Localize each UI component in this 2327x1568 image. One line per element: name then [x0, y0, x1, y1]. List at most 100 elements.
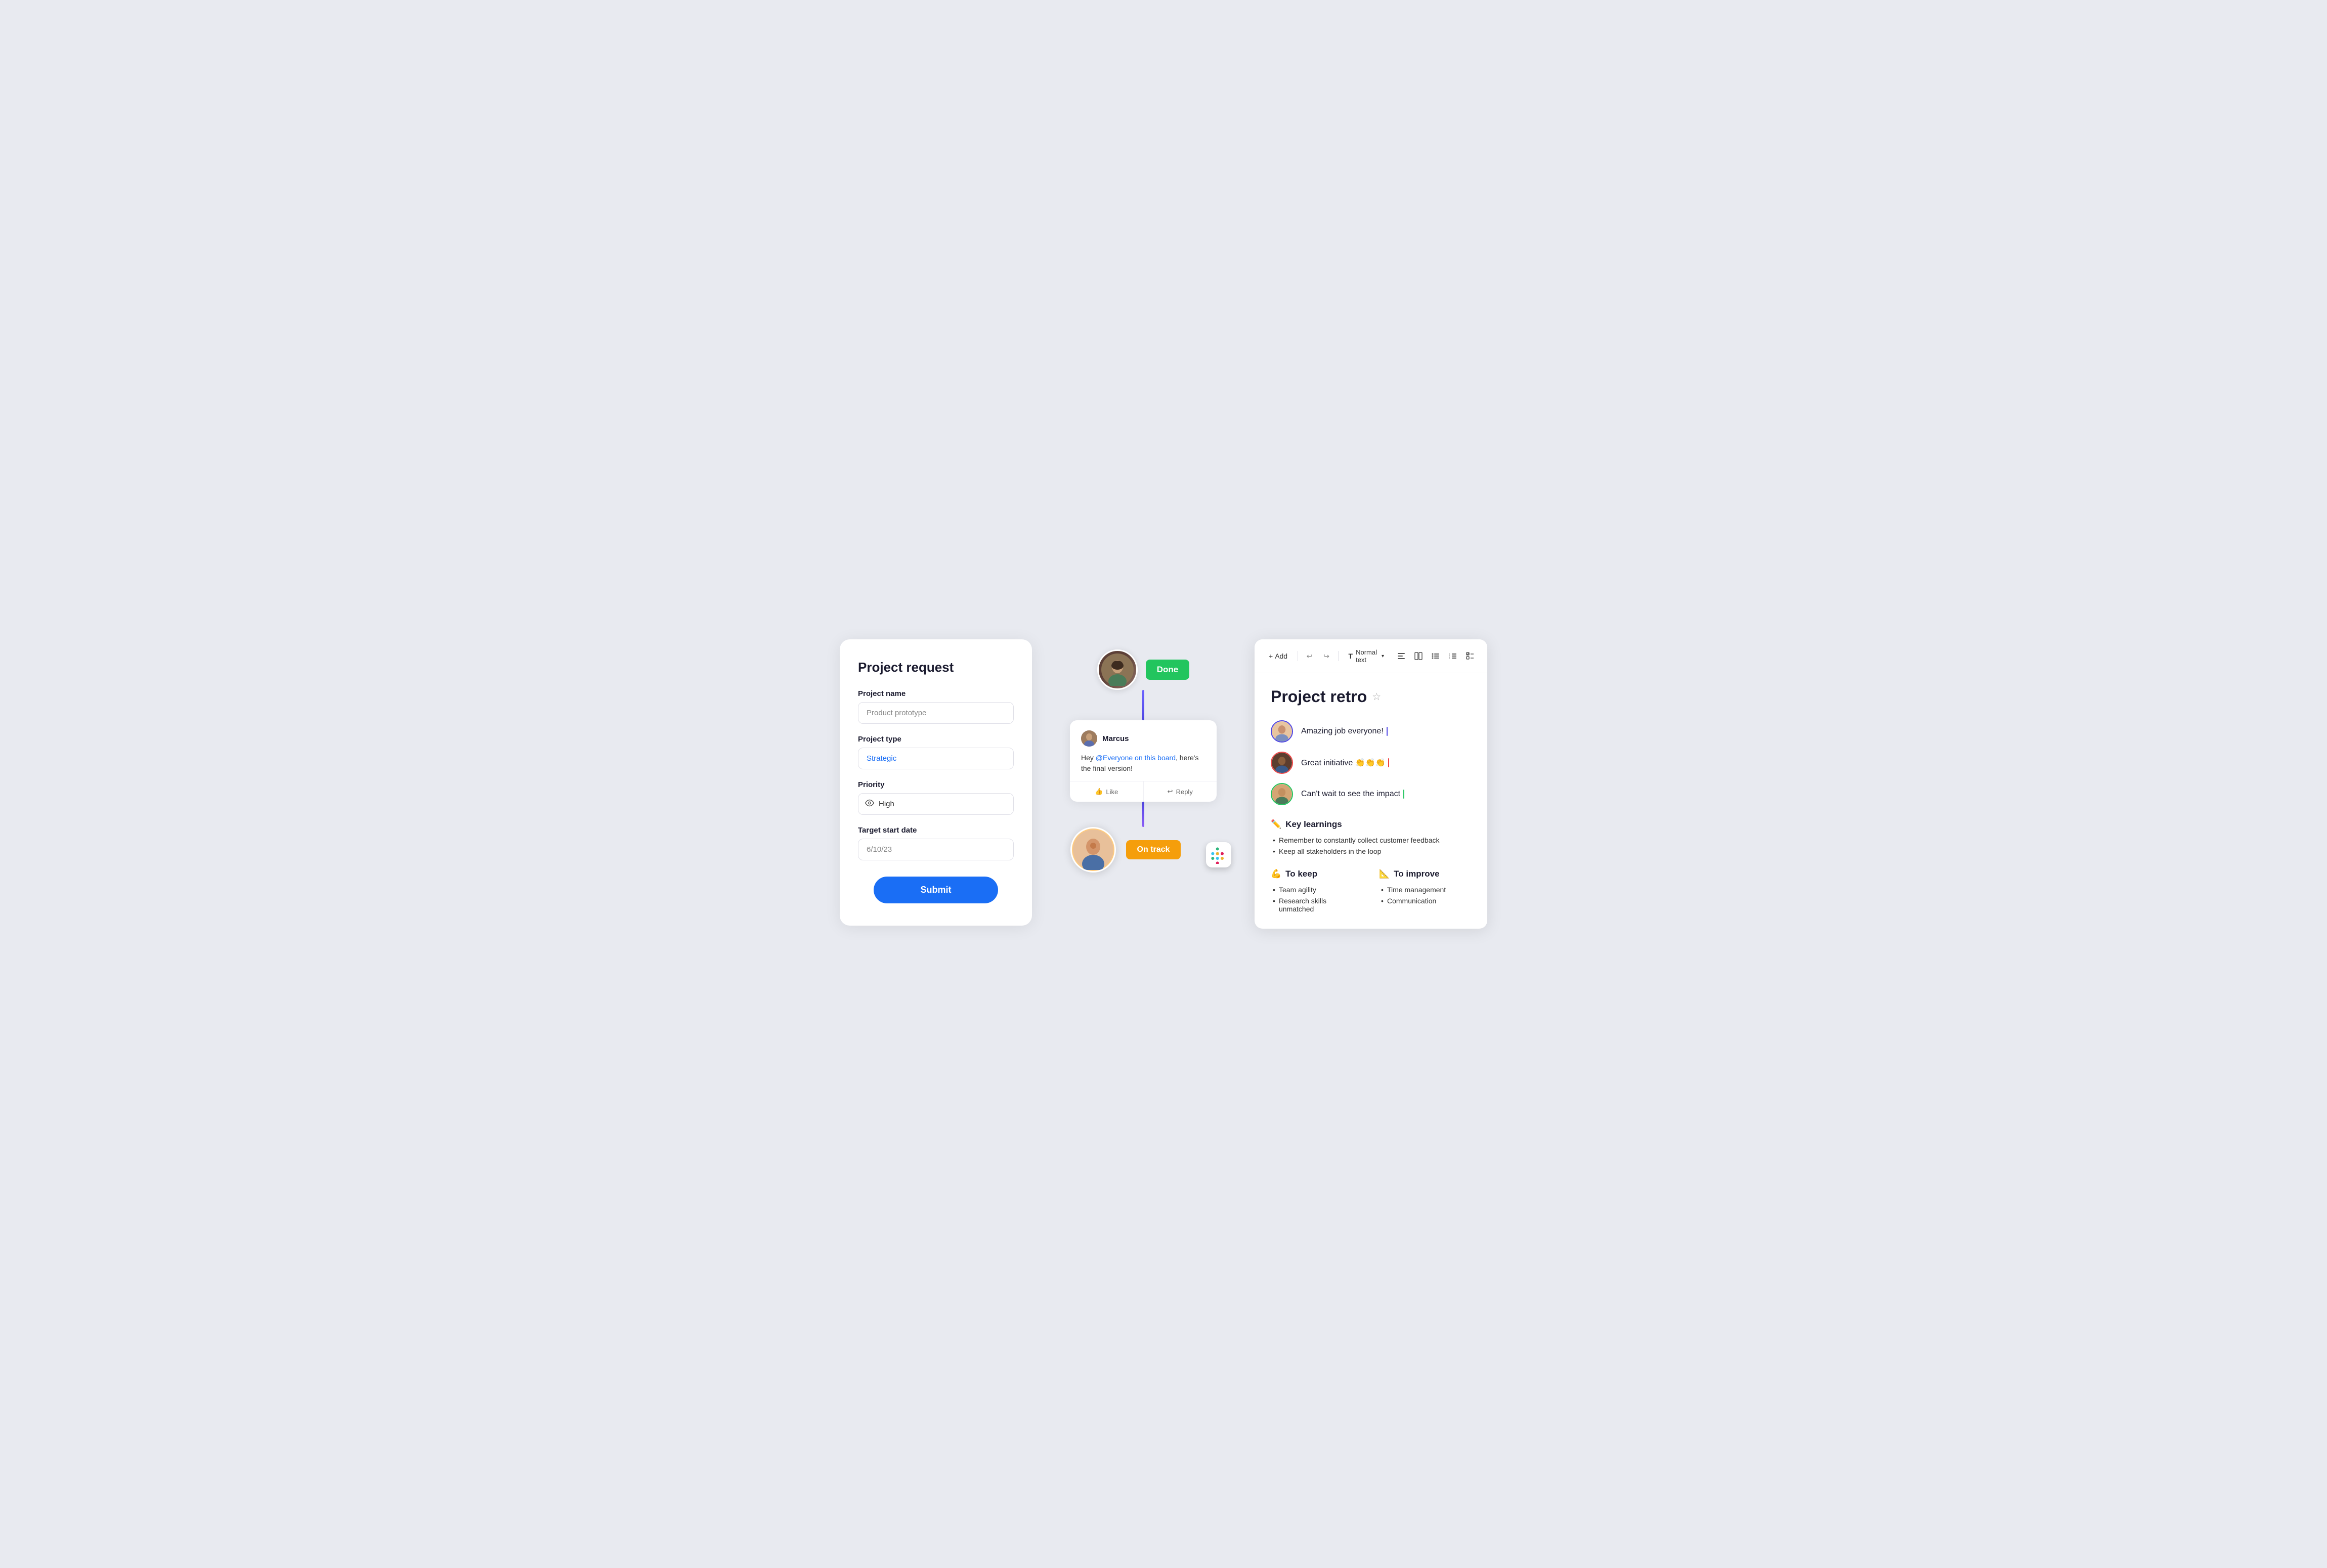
retro-comment-3: Can't wait to see the impact — [1271, 783, 1471, 805]
connector-line-bottom — [1142, 802, 1144, 827]
to-improve-item-1: Time management — [1379, 884, 1471, 895]
retro-avatar-3 — [1271, 783, 1293, 805]
project-type-input[interactable] — [858, 748, 1014, 769]
cursor-2 — [1388, 758, 1389, 767]
like-button[interactable]: 👍 Like — [1070, 781, 1144, 802]
reply-label: Reply — [1176, 788, 1193, 796]
to-keep-label: To keep — [1285, 869, 1317, 879]
text-format-dropdown[interactable]: T Normal text ▾ — [1345, 646, 1388, 666]
to-keep-item-2: Research skills unmatched — [1271, 895, 1363, 914]
to-improve-emoji: 📐 — [1379, 869, 1390, 879]
retro-comment-text-3: Can't wait to see the impact — [1301, 790, 1404, 799]
redo-button[interactable]: ↪ — [1321, 649, 1331, 663]
text-icon: T — [1349, 652, 1353, 660]
comment-card: Marcus Hey @Everyone on this board, here… — [1070, 720, 1217, 802]
toolbar-divider-2 — [1338, 651, 1339, 661]
key-learnings-title: ✏️ Key learnings — [1271, 819, 1471, 830]
eye-icon — [865, 798, 874, 810]
numbered-list-icon[interactable]: 123 — [1446, 649, 1460, 663]
checklist-icon[interactable] — [1463, 649, 1477, 663]
main-container: Project request Project name Project typ… — [840, 639, 1487, 929]
to-keep-col: 💪 To keep Team agility Research skills u… — [1271, 869, 1363, 914]
key-learning-item-2: Keep all stakeholders in the loop — [1271, 846, 1471, 857]
priority-label: Priority — [858, 780, 1014, 789]
priority-input[interactable] — [858, 793, 1014, 815]
retro-avatar-1 — [1271, 720, 1293, 743]
key-learnings-section: ✏️ Key learnings Remember to constantly … — [1271, 819, 1471, 857]
to-improve-item-2: Communication — [1379, 895, 1471, 906]
target-date-label: Target start date — [858, 826, 1014, 835]
to-keep-emoji: 💪 — [1271, 869, 1281, 879]
add-button[interactable]: + Add — [1265, 650, 1291, 662]
retro-comment-content-1: Amazing job everyone! — [1301, 727, 1384, 736]
svg-text:3: 3 — [1449, 657, 1450, 659]
key-learnings-label: Key learnings — [1285, 819, 1342, 830]
retro-title: Project retro — [1271, 687, 1367, 706]
reply-button[interactable]: ↩ Reply — [1144, 781, 1217, 802]
add-label: Add — [1275, 652, 1287, 660]
done-badge: Done — [1146, 660, 1190, 680]
priority-group: Priority — [858, 780, 1014, 815]
comment-avatar — [1081, 730, 1097, 747]
list-icon[interactable] — [1429, 649, 1443, 663]
retro-comment-content-2: Great initiative 👏👏👏 — [1301, 758, 1385, 768]
target-date-input[interactable] — [858, 839, 1014, 860]
reply-icon: ↩ — [1168, 788, 1173, 796]
comment-header: Marcus — [1081, 730, 1205, 747]
comment-author: Marcus — [1102, 734, 1129, 743]
workflow-bottom-node: On track — [1070, 827, 1217, 873]
retro-card: + Add ↩ ↪ T Normal text ▾ — [1255, 639, 1487, 929]
undo-button[interactable]: ↩ — [1304, 649, 1315, 663]
cursor-3 — [1403, 790, 1404, 799]
priority-input-wrapper — [858, 793, 1014, 815]
retro-body: Project retro ☆ Amazing job everyone — [1255, 673, 1487, 929]
target-date-group: Target start date — [858, 826, 1014, 860]
to-improve-col: 📐 To improve Time management Communicati… — [1379, 869, 1471, 914]
key-learning-item-1: Remember to constantly collect customer … — [1271, 835, 1471, 846]
key-learnings-emoji: ✏️ — [1271, 819, 1281, 830]
to-improve-label: To improve — [1394, 869, 1439, 879]
project-name-input[interactable] — [858, 702, 1014, 724]
chevron-down-icon: ▾ — [1382, 654, 1384, 659]
retro-avatar-2 — [1271, 752, 1293, 774]
retro-comment-1: Amazing job everyone! — [1271, 720, 1471, 743]
text-format-label: Normal text — [1356, 648, 1378, 664]
project-type-group: Project type — [858, 735, 1014, 769]
retro-comment-content-3: Can't wait to see the impact — [1301, 790, 1400, 799]
to-keep-title: 💪 To keep — [1271, 869, 1363, 879]
retro-comment-text-1: Amazing job everyone! — [1301, 727, 1388, 736]
columns-icon[interactable] — [1411, 649, 1426, 663]
retro-comments: Amazing job everyone! Great init — [1271, 720, 1471, 805]
cursor-1 — [1387, 727, 1388, 736]
form-title: Project request — [858, 660, 1014, 675]
comment-body-part1: Hey — [1081, 754, 1096, 762]
to-improve-title: 📐 To improve — [1379, 869, 1471, 879]
align-icon[interactable] — [1394, 649, 1408, 663]
comment-mention: @Everyone on this board — [1096, 754, 1176, 762]
retro-comment-2: Great initiative 👏👏👏 — [1271, 752, 1471, 774]
retro-comment-text-2: Great initiative 👏👏👏 — [1301, 758, 1389, 768]
project-name-group: Project name — [858, 689, 1014, 724]
star-icon[interactable]: ☆ — [1372, 690, 1381, 703]
project-type-label: Project type — [858, 735, 1014, 744]
toolbar-icons: 123 — [1394, 649, 1477, 663]
comment-actions: 👍 Like ↩ Reply — [1070, 781, 1217, 802]
workflow-top-node: Done — [1097, 649, 1190, 690]
comment-body: Hey @Everyone on this board, here's the … — [1081, 753, 1205, 774]
like-label: Like — [1106, 788, 1118, 796]
workflow-section: Done Marcus Hey @Everyone on this board,… — [1048, 639, 1238, 873]
connector-line-top — [1142, 690, 1144, 720]
add-icon: + — [1269, 652, 1273, 660]
avatar-female — [1097, 649, 1138, 690]
project-name-label: Project name — [858, 689, 1014, 698]
submit-button[interactable]: Submit — [874, 877, 998, 903]
retro-title-row: Project retro ☆ — [1271, 687, 1471, 706]
form-card: Project request Project name Project typ… — [840, 639, 1032, 926]
retro-toolbar: + Add ↩ ↪ T Normal text ▾ — [1255, 639, 1487, 673]
to-keep-item-1: Team agility — [1271, 884, 1363, 895]
slack-icon — [1206, 842, 1231, 867]
retro-two-col: 💪 To keep Team agility Research skills u… — [1271, 869, 1471, 914]
like-icon: 👍 — [1095, 788, 1103, 796]
avatar-male-large — [1070, 827, 1116, 873]
on-track-badge: On track — [1126, 840, 1181, 859]
